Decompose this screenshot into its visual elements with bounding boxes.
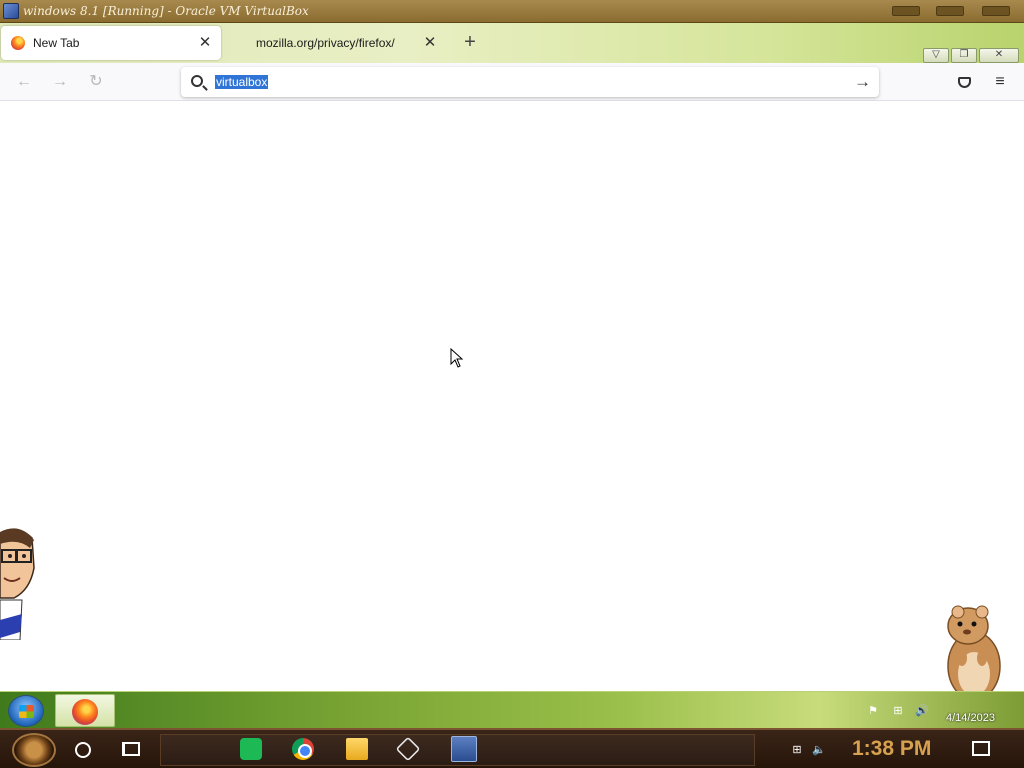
windows-logo-icon (19, 705, 34, 718)
guest-clock-date[interactable]: 4/14/2023 (946, 712, 995, 724)
network-icon[interactable]: ⊞ (891, 705, 905, 717)
host-taskbar: ⊞ 🔈 1:38 PM (0, 728, 1024, 768)
task-view-icon[interactable] (122, 742, 140, 756)
reload-icon[interactable]: ↻ (85, 72, 107, 92)
chrome-icon[interactable] (292, 738, 314, 760)
host-start-button[interactable] (12, 733, 56, 767)
host-clock[interactable]: 1:38 PM (852, 737, 931, 761)
virtualbox-icon (3, 3, 19, 19)
go-arrow-icon[interactable]: → (854, 72, 871, 92)
tab-mozilla-privacy[interactable]: mozilla.org/privacy/firefox/ ✕ (224, 26, 446, 60)
guest-close-button[interactable]: ✕ (979, 48, 1019, 63)
vbox-titlebar: windows 8.1 [Running] - Oracle VM Virtua… (0, 0, 1024, 23)
navigation-bar: ← → ↻ virtualbox → ≡ (0, 63, 1024, 101)
tab-strip: New Tab ✕ mozilla.org/privacy/firefox/ ✕… (0, 23, 1024, 63)
guest-restore-button[interactable]: ❐ (951, 48, 977, 63)
volume-muted-icon[interactable]: 🔈 (812, 744, 826, 756)
tab-label: mozilla.org/privacy/firefox/ (256, 36, 395, 50)
new-tab-button[interactable]: + (458, 30, 482, 56)
hamburger-menu-icon[interactable]: ≡ (990, 72, 1010, 92)
file-explorer-icon[interactable] (346, 738, 368, 760)
notification-icon[interactable] (972, 741, 990, 756)
pocket-icon[interactable] (954, 72, 974, 92)
cartoon-man-mascot (0, 528, 40, 641)
vbox-minimize-button[interactable] (892, 6, 920, 16)
guest-start-button[interactable] (8, 695, 44, 727)
url-bar[interactable]: virtualbox → (181, 67, 879, 97)
action-center-flag-icon[interactable]: ⚑ (866, 705, 880, 717)
vbox-close-button[interactable] (982, 6, 1010, 16)
firefox-icon (72, 699, 98, 725)
volume-icon[interactable]: 🔊 (915, 705, 929, 717)
guest-taskbar-firefox[interactable] (55, 694, 115, 727)
search-circle-icon[interactable] (75, 742, 91, 758)
network-icon[interactable]: ⊞ (790, 744, 804, 756)
search-icon (191, 75, 203, 87)
vbox-maximize-button[interactable] (936, 6, 964, 16)
close-tab-icon[interactable]: ✕ (195, 33, 215, 53)
close-tab-icon[interactable]: ✕ (420, 33, 440, 53)
guest-taskbar: ⚑ ⊞ 🔊 4/14/2023 (0, 691, 1024, 728)
url-input-value[interactable]: virtualbox (215, 75, 269, 89)
vbox-window-title: windows 8.1 [Running] - Oracle VM Virtua… (23, 4, 309, 18)
guest-minimize-button[interactable]: ▽ (923, 48, 949, 63)
tab-new-tab[interactable]: New Tab ✕ (1, 26, 221, 60)
forward-arrow-icon[interactable]: → (49, 72, 71, 92)
spotify-icon[interactable] (240, 738, 262, 760)
firefox-icon (11, 36, 25, 50)
tab-label: New Tab (33, 36, 80, 50)
back-arrow-icon[interactable]: ← (13, 72, 35, 92)
virtual-machine-window-icon[interactable] (451, 736, 477, 762)
page-content (0, 101, 1024, 691)
